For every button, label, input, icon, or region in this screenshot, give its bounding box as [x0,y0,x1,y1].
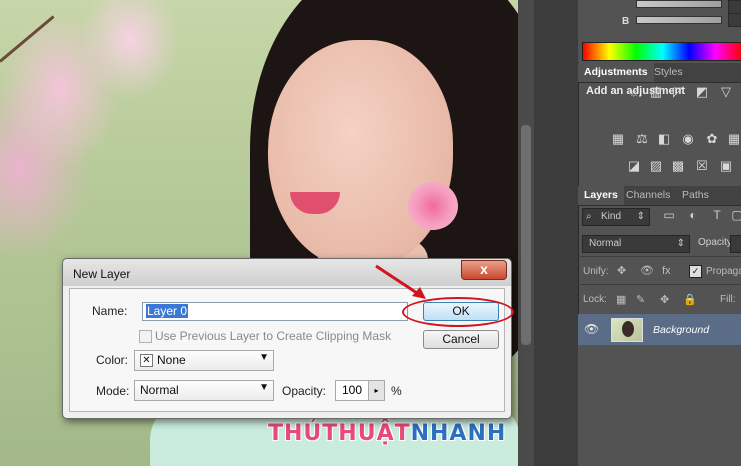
selective-color-icon[interactable]: ▣ [718,159,734,173]
mode-select[interactable]: Normal ▼ [134,380,274,401]
clipping-mask-checkbox[interactable] [139,330,152,343]
opacity-unit: % [391,384,402,398]
unify-position-icon[interactable]: ✥ [617,265,626,277]
new-layer-dialog: New Layer x Name: Layer 0 Use Previous L… [62,258,512,419]
hue-saturation-icon[interactable]: ▦ [610,132,626,146]
fill-label: Fill: [720,294,736,305]
tab-adjustments[interactable]: Adjustments [578,63,654,82]
layer-name[interactable]: Background [653,324,709,336]
filter-adjustment-icon[interactable]: ◐ [686,208,700,222]
curves-icon[interactable]: ◸ [670,85,686,99]
filter-pixel-icon[interactable]: ▭ [662,208,676,222]
levels-icon[interactable]: ▥ [648,85,664,99]
color-slider-top[interactable] [636,0,722,8]
tab-paths[interactable]: Paths [676,186,715,205]
canvas-scrollbar[interactable] [518,0,534,466]
black-white-icon[interactable]: ◧ [656,132,672,146]
exposure-icon[interactable]: ◩ [694,85,710,99]
opacity-input[interactable]: 100 [335,380,369,401]
color-spectrum[interactable] [582,42,741,61]
layers-list-empty-area [578,345,741,466]
unify-label: Unify: [583,266,609,277]
photo-face [268,40,453,270]
color-select[interactable]: ✕ None ▼ [134,350,274,371]
mode-value: Normal [140,383,179,397]
chevron-updown-icon: ⇕ [676,238,685,249]
collapsed-panel-strip [534,0,579,466]
color-slider-b[interactable] [636,16,722,24]
filter-shape-icon[interactable]: ▢ [730,208,741,222]
watermark-part1: THỦTHUẬT [268,421,411,446]
dialog-title: New Layer [73,267,131,281]
close-button[interactable]: x [461,260,507,280]
lock-position-icon[interactable]: ✥ [660,294,669,306]
layer-filter-kind-select[interactable]: ⌕ Kind ⇕ [582,208,650,226]
color-balance-icon[interactable]: ⚖ [634,132,650,146]
search-icon: ⌕ [586,211,592,222]
color-value-field-b[interactable] [728,13,741,27]
lock-transparent-icon[interactable]: ▦ [616,294,626,306]
color-panel: B [578,0,741,62]
divider [578,284,741,285]
red-arrow-annotation [375,264,426,299]
channel-mixer-icon[interactable]: ✿ [704,132,720,146]
unify-style-icon[interactable]: fx [662,265,671,277]
color-value-field-top[interactable] [728,0,741,14]
close-icon: x [480,261,488,277]
posterize-icon[interactable]: ▨ [648,159,664,173]
lock-label: Lock: [583,294,607,305]
photo-flower [408,182,458,230]
tab-styles[interactable]: Styles [648,63,689,82]
unify-visibility-icon[interactable]: 👁 [640,265,654,277]
mode-label: Mode: [96,384,130,398]
brightness-icon[interactable]: ☼ [626,85,642,99]
eye-icon[interactable]: 👁 [584,322,600,336]
dialog-titlebar[interactable]: New Layer x [63,259,511,286]
filter-type-icon[interactable]: T [710,208,724,222]
color-value: None [157,353,186,367]
blend-mode-value: Normal [589,238,622,249]
vibrance-icon[interactable]: ▽ [718,85,734,99]
scrollbar-thumb[interactable] [521,125,531,345]
layer-opacity-field[interactable] [730,235,741,253]
divider [578,256,741,257]
photo-branch [0,15,55,63]
color-channel-b-label: B [622,16,630,27]
name-label: Name: [92,304,128,318]
watermark-part2: NHANH [410,421,507,446]
propagate-label: Propaga [706,266,741,277]
layers-tab-bar: Layers Channels Paths [578,186,741,206]
chevron-down-icon: ▼ [259,382,269,393]
watermark-logo: THỦTHUẬTNHANH [268,421,506,446]
threshold-icon[interactable]: ▩ [670,159,686,173]
propagate-checkbox[interactable]: ✓ [689,265,702,278]
color-lookup-icon[interactable]: ▦ [726,132,741,146]
no-color-icon: ✕ [140,354,153,367]
layer-name-input[interactable]: Layer 0 [142,302,408,321]
color-label: Color: [96,353,129,367]
adjustments-tab-bar: Adjustments Styles [578,63,741,83]
photo-filter-icon[interactable]: ◉ [680,132,696,146]
layer-name-value: Layer 0 [146,304,189,318]
layer-thumbnail [611,318,643,342]
opacity-slider-toggle[interactable]: ▸ [368,380,385,401]
lock-all-icon[interactable]: 🔒 [683,294,697,306]
opacity-value: 100 [342,383,363,397]
invert-icon[interactable]: ◪ [626,159,642,173]
cancel-button[interactable]: Cancel [423,330,499,349]
tab-layers[interactable]: Layers [578,186,624,205]
gradient-map-icon[interactable]: ☒ [694,159,710,173]
tab-channels[interactable]: Channels [620,186,676,205]
opacity-label: Opacity: [282,384,327,398]
chevron-down-icon: ▼ [259,352,269,363]
chevron-updown-icon: ⇕ [636,211,645,222]
clipping-mask-label: Use Previous Layer to Create Clipping Ma… [155,329,392,343]
lock-pixels-icon[interactable]: ✎ [636,294,645,306]
kind-value: Kind [601,211,622,222]
layer-blend-mode-select[interactable]: Normal ⇕ [582,235,690,253]
